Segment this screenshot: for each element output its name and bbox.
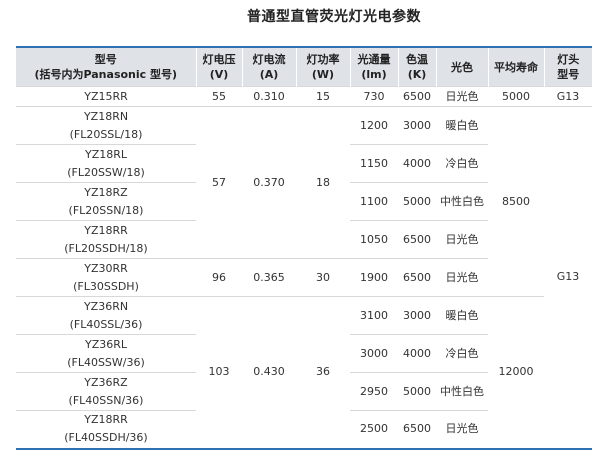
- current-cell: 0.365: [242, 258, 296, 297]
- model-cell: YZ15RR: [16, 86, 196, 107]
- voltage-cell: 55: [196, 86, 242, 107]
- flux-cell: 1200: [350, 106, 398, 145]
- current-cell: 0.370: [242, 106, 296, 259]
- flux-cell: 3100: [350, 296, 398, 335]
- model-cell: YZ18RZ (FL20SSN/18): [16, 182, 196, 221]
- model-cell: YZ18RL (FL20SSW/18): [16, 144, 196, 183]
- flux-cell: 1150: [350, 144, 398, 183]
- cct-cell: 3000: [398, 296, 436, 335]
- model-cell: YZ30RR (FL30SSDH): [16, 258, 196, 297]
- page-title: 普通型直管荧光灯光电参数: [247, 9, 421, 25]
- header-current: 灯电流 (A): [241, 47, 296, 87]
- flux-cell: 2500: [350, 410, 398, 449]
- life-cell: 5000: [488, 86, 544, 107]
- cct-cell: 6500: [398, 220, 436, 259]
- cct-cell: 6500: [398, 86, 436, 107]
- life-cell: 12000: [488, 296, 544, 449]
- flux-cell: 1100: [350, 182, 398, 221]
- spec-table: 型号 (括号内为Panasonic 型号) 灯电压 (V) 灯电流 (A) 灯功率 (W…: [16, 46, 592, 450]
- header-cct: 色温 (K): [397, 47, 436, 87]
- color-cell: 冷白色: [436, 334, 488, 373]
- voltage-cell: 57: [196, 106, 242, 259]
- table-row: YZ15RR 55 0.310 15 730 6500 日光色 5000 G13: [16, 86, 592, 107]
- color-cell: 日光色: [436, 220, 488, 259]
- cct-cell: 5000: [398, 182, 436, 221]
- header-power: 灯功率 (W): [295, 47, 350, 87]
- model-cell: YZ36RL (FL40SSW/36): [16, 334, 196, 373]
- table-row: YZ36RN (FL40SSL/36) 103 0.430 36 3100 300…: [16, 296, 592, 449]
- cct-cell: 6500: [398, 258, 436, 297]
- color-cell: 暖白色: [436, 296, 488, 335]
- cct-cell: 6500: [398, 410, 436, 449]
- flux-cell: 730: [350, 86, 398, 107]
- header-life: 平均寿命: [487, 47, 544, 87]
- model-cell: YZ18RN (FL20SSL/18): [16, 106, 196, 145]
- model-cell: YZ18RR (FL20SSDH/18): [16, 220, 196, 259]
- power-cell: 15: [296, 86, 350, 107]
- header-flux: 光通量 (lm): [349, 47, 398, 87]
- color-cell: 日光色: [436, 258, 488, 297]
- color-cell: 日光色: [436, 86, 488, 107]
- voltage-cell: 103: [196, 296, 242, 449]
- cct-cell: 5000: [398, 372, 436, 411]
- model-cell: YZ36RZ (FL40SSN/36): [16, 372, 196, 411]
- current-cell: 0.430: [242, 296, 296, 449]
- header-model: 型号 (括号内为Panasonic 型号): [16, 47, 196, 87]
- cct-cell: 4000: [398, 334, 436, 373]
- header-voltage: 灯电压 (V): [195, 47, 242, 87]
- table-row: YZ18RN (FL20SSL/18) 57 0.370 18 1200 3000…: [16, 106, 592, 449]
- base-cell: G13: [544, 86, 592, 107]
- flux-cell: 1050: [350, 220, 398, 259]
- color-cell: 中性白色: [436, 372, 488, 411]
- flux-cell: 1900: [350, 258, 398, 297]
- power-cell: 30: [296, 258, 350, 297]
- base-cell: G13: [544, 106, 592, 449]
- flux-cell: 3000: [350, 334, 398, 373]
- power-cell: 18: [296, 106, 350, 259]
- color-cell: 中性白色: [436, 182, 488, 221]
- color-cell: 冷白色: [436, 144, 488, 183]
- cct-cell: 3000: [398, 106, 436, 145]
- header-row: 型号 (括号内为Panasonic 型号) 灯电压 (V) 灯电流 (A) 灯功率 (W…: [16, 47, 592, 87]
- power-cell: 36: [296, 296, 350, 449]
- cct-cell: 4000: [398, 144, 436, 183]
- flux-cell: 2950: [350, 372, 398, 411]
- header-color: 光色: [435, 47, 488, 87]
- color-cell: 暖白色: [436, 106, 488, 145]
- model-cell: YZ36RN (FL40SSL/36): [16, 296, 196, 335]
- model-cell: YZ18RR (FL40SSDH/36): [16, 410, 196, 449]
- life-cell: 8500: [488, 106, 544, 297]
- voltage-cell: 96: [196, 258, 242, 297]
- color-cell: 日光色: [436, 410, 488, 449]
- current-cell: 0.310: [242, 86, 296, 107]
- header-base: 灯头 型号: [543, 47, 592, 87]
